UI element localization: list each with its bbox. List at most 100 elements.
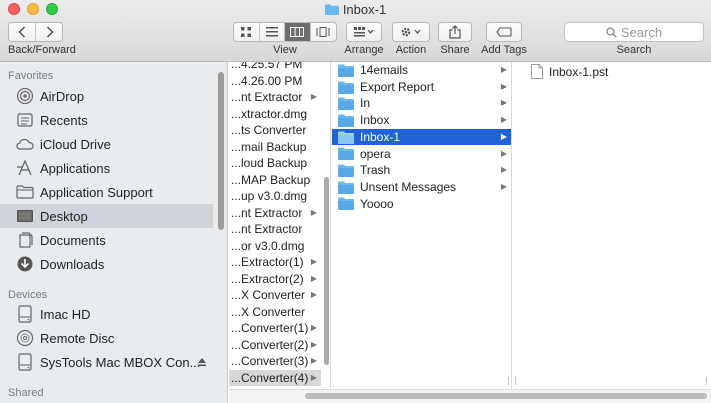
disclosure-arrow-icon: ▶: [310, 290, 317, 299]
list-item[interactable]: ...or v3.0.dmg: [229, 238, 321, 255]
view-label: View: [273, 44, 297, 56]
airdrop-icon: [16, 87, 34, 105]
list-item-selected[interactable]: ...Converter(4) ▶: [229, 369, 321, 387]
list-item[interactable]: ...mail Backup: [229, 139, 321, 156]
eject-icon[interactable]: [197, 355, 207, 370]
sidebar-item-airdrop[interactable]: AirDrop: [0, 84, 213, 108]
sidebar-item-application-support[interactable]: Application Support: [0, 180, 213, 204]
arrange-grid-icon: [354, 27, 374, 37]
disclosure-arrow-icon: ▶: [310, 207, 317, 217]
list-item[interactable]: In ▶: [332, 95, 511, 112]
back-forward-control: [8, 22, 63, 42]
sidebar-item-recents[interactable]: Recents: [0, 108, 213, 132]
list-item[interactable]: ...xtractor.dmg: [229, 106, 321, 123]
list-item[interactable]: ...Converter(3) ▶: [229, 353, 321, 370]
list-item[interactable]: ...nt Extractor ▶: [229, 89, 321, 106]
list-item[interactable]: Export Report ▶: [332, 79, 511, 96]
list-item[interactable]: ...Extractor(2) ▶: [229, 271, 321, 288]
list-item[interactable]: Trash ▶: [332, 162, 511, 179]
list-item[interactable]: ...X Converter ▶: [229, 287, 321, 304]
list-item[interactable]: ...ts Converter: [229, 122, 321, 139]
disclosure-arrow-icon: ▶: [310, 257, 317, 266]
share-icon: [449, 25, 461, 39]
chevron-right-icon: [46, 26, 54, 38]
list-item[interactable]: Inbox-1.pst: [531, 64, 608, 79]
view-mode-control: [233, 22, 337, 42]
action-label: Action: [395, 44, 427, 56]
list-item[interactable]: 14emails ▶: [332, 62, 511, 79]
arrange-button[interactable]: [346, 22, 382, 42]
list-item[interactable]: ...Converter(2) ▶: [229, 337, 321, 354]
sidebar-item-desktop[interactable]: Desktop: [0, 204, 213, 228]
folder-icon: [324, 4, 339, 15]
sidebar-scrollbar[interactable]: [218, 72, 224, 230]
back-button[interactable]: [9, 23, 36, 41]
sidebar-item-label: Documents: [40, 232, 106, 248]
list-item[interactable]: ...4.26.00 PM: [229, 73, 321, 90]
toolbar: Inbox-1 Back/Forward View Arrange Action…: [0, 0, 711, 62]
column-scrollbar[interactable]: [324, 177, 329, 365]
arrange-label: Arrange: [344, 44, 384, 56]
disclosure-arrow-icon: ▶: [500, 65, 507, 74]
list-item[interactable]: ...Converter(1) ▶: [229, 320, 321, 337]
list-item[interactable]: Yoooo: [332, 196, 511, 213]
column-resize-handle[interactable]: [515, 377, 516, 385]
list-item[interactable]: ...MAP Backup: [229, 172, 321, 189]
list-item[interactable]: ...X Converter: [229, 304, 321, 321]
list-item-selected[interactable]: Inbox-1 ▶: [332, 128, 511, 146]
folder-icon: [338, 97, 354, 111]
folder-icon: [338, 81, 354, 94]
list-item[interactable]: Unsent Messages ▶: [332, 179, 511, 196]
forward-button[interactable]: [36, 23, 63, 41]
sidebar-item-applications[interactable]: Applications: [0, 156, 213, 180]
folder-icon: [338, 181, 354, 194]
sidebar-item-icloud-drive[interactable]: iCloud Drive: [0, 132, 213, 156]
action-button[interactable]: [392, 22, 430, 42]
sidebar-item-downloads[interactable]: Downloads: [0, 252, 213, 276]
list-item[interactable]: opera ▶: [332, 146, 511, 163]
column-folder-contents: 14emails ▶ Export Report ▶ In ▶ Inbox ▶ Inbo…: [332, 62, 512, 389]
add-tags-label: Add Tags: [481, 44, 527, 56]
search-input[interactable]: Search: [564, 22, 704, 42]
list-view-button[interactable]: [260, 23, 285, 41]
disclosure-arrow-icon: ▶: [310, 372, 317, 382]
icon-view-button[interactable]: [234, 23, 260, 41]
add-tags-button[interactable]: [486, 22, 522, 42]
list-item[interactable]: Inbox ▶: [332, 112, 511, 129]
sidebar-section-favorites: Favorites: [8, 70, 54, 82]
hard-drive-icon: [16, 305, 34, 323]
document-icon: [531, 64, 543, 79]
list-item[interactable]: ...loud Backup: [229, 155, 321, 172]
list-item[interactable]: ...Extractor(1) ▶: [229, 254, 321, 271]
list-icon: [265, 27, 278, 37]
list-item[interactable]: ...4.25.57 PM: [229, 62, 321, 73]
column-view-button[interactable]: [285, 23, 311, 41]
list-item[interactable]: ...nt Extractor: [229, 221, 321, 238]
cloud-icon: [16, 135, 34, 153]
sidebar-item-systools-drive[interactable]: SysTools Mac MBOX Con...: [0, 350, 213, 374]
share-button[interactable]: [438, 22, 472, 42]
sidebar-item-imac-hd[interactable]: Imac HD: [0, 302, 213, 326]
sidebar-item-label: iCloud Drive: [40, 136, 111, 152]
column-inbox-1-contents: Inbox-1.pst: [513, 62, 711, 389]
sidebar-item-documents[interactable]: Documents: [0, 228, 213, 252]
folder-icon: [338, 64, 354, 77]
recents-icon: [16, 111, 34, 129]
list-item[interactable]: ...nt Extractor ▶: [229, 205, 321, 222]
column-resize-handle[interactable]: [508, 377, 509, 385]
sidebar-section-devices: Devices: [8, 289, 48, 301]
cover-flow-icon: [316, 27, 330, 37]
folder-icon: [338, 197, 354, 211]
gallery-view-button[interactable]: [311, 23, 336, 41]
sidebar-item-remote-disc[interactable]: Remote Disc: [0, 326, 213, 350]
disclosure-arrow-icon: ▶: [500, 165, 507, 175]
share-label: Share: [440, 44, 470, 56]
column-resize-handle[interactable]: [706, 377, 707, 385]
list-item[interactable]: ...up v3.0.dmg: [229, 188, 321, 205]
sidebar-item-label: Desktop: [40, 208, 88, 224]
search-placeholder: Search: [620, 24, 663, 40]
downloads-icon: [16, 255, 34, 273]
disc-icon: [16, 329, 34, 347]
tag-icon: [496, 27, 512, 37]
horizontal-scrollbar[interactable]: [305, 393, 707, 399]
